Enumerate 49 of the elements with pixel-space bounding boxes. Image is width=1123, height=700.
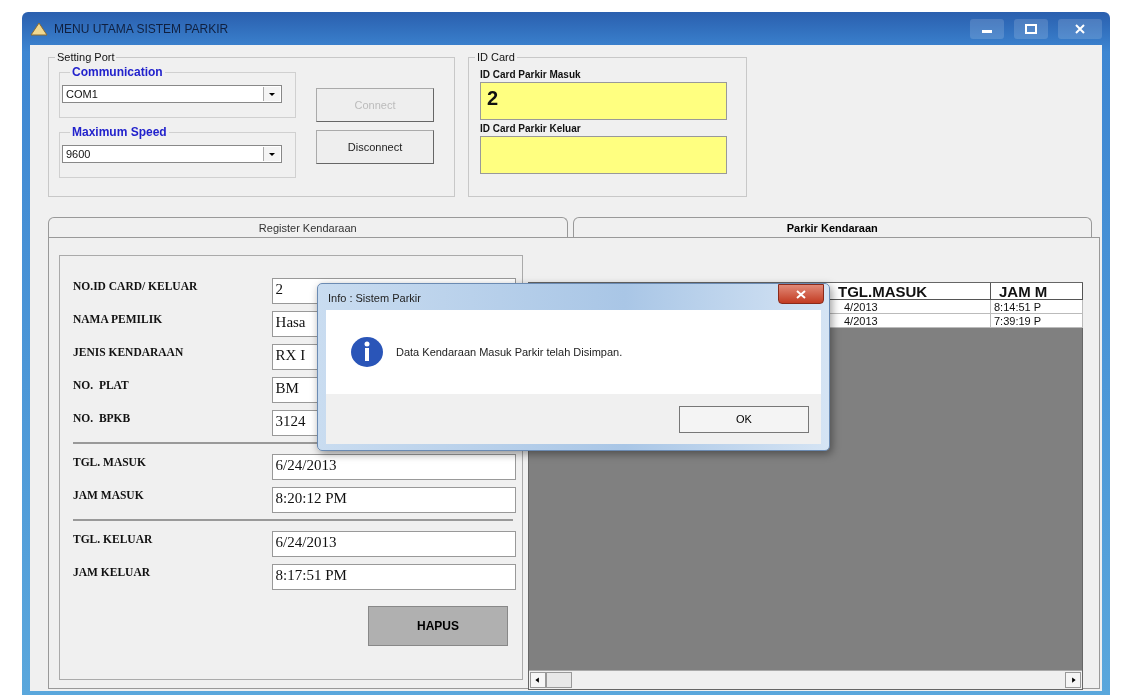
table-cell: 7:39:19 P <box>994 315 1042 327</box>
field-label: NO.ID CARD/ KELUAR <box>73 279 199 292</box>
field-label: TGL. KELUAR <box>73 532 154 545</box>
table-cell: 4/2013 <box>844 315 878 327</box>
scroll-left-icon[interactable] <box>530 672 546 688</box>
field-label: JAM MASUK <box>73 488 145 501</box>
info-icon <box>350 336 384 368</box>
column-header: JAM M <box>991 283 1083 300</box>
field-label: NO. PLAT <box>73 378 130 391</box>
input-field[interactable]: 8:17:51 PM <box>271 564 516 590</box>
close-icon <box>1074 23 1086 34</box>
field-label: ID Card Parkir Masuk <box>480 69 582 80</box>
ok-button[interactable]: OK <box>679 405 809 433</box>
minimize-button[interactable] <box>970 18 1004 39</box>
close-button[interactable] <box>1058 18 1102 39</box>
tab[interactable]: Register Kendaraan <box>48 217 568 237</box>
delete-button[interactable]: HAPUS <box>368 606 508 646</box>
input-field[interactable]: 2 <box>480 82 727 120</box>
close-button[interactable] <box>778 284 824 304</box>
field-label: TGL. MASUK <box>73 455 147 468</box>
scroll-right-icon[interactable] <box>1065 672 1081 688</box>
field-label: NAMA PEMILIK <box>73 312 164 325</box>
field-label: NO. BPKB <box>73 411 132 424</box>
maximize-button[interactable] <box>1014 18 1048 39</box>
dropdown[interactable]: 9600 <box>62 145 282 163</box>
input-field[interactable]: 6/24/2013 <box>271 531 516 557</box>
input-field[interactable]: 8:20:12 PM <box>271 487 516 513</box>
window-title: MENU UTAMA SISTEM PARKIR <box>54 21 230 36</box>
input-field[interactable] <box>480 136 727 174</box>
dropdown[interactable]: COM1 <box>62 85 282 103</box>
group-title: ID Card <box>475 51 517 63</box>
field-label: JENIS KENDARAAN <box>73 345 185 358</box>
dialog-title: Info : Sistem Parkir <box>328 292 422 304</box>
disconnect-button[interactable]: Disconnect <box>316 130 434 164</box>
table-cell: 4/2013 <box>844 301 878 313</box>
dialog-message: Data Kendaraan Masuk Parkir telah Disimpan. <box>396 346 623 358</box>
field-label: JAM KELUAR <box>73 565 151 578</box>
maximize-icon <box>1025 23 1037 34</box>
minimize-icon <box>982 30 992 33</box>
input-field[interactable]: 6/24/2013 <box>271 454 516 480</box>
group-title: Communication <box>70 65 165 79</box>
tab[interactable]: Parkir Kendaraan <box>572 217 1092 237</box>
field-label: ID Card Parkir Keluar <box>480 123 582 134</box>
close-icon <box>796 289 806 299</box>
group-title: Setting Port <box>55 51 117 63</box>
scroll-thumb[interactable] <box>546 672 572 688</box>
table-cell: 8:14:51 P <box>994 301 1042 313</box>
group-title: Maximum Speed <box>70 125 169 139</box>
app-icon <box>30 21 48 36</box>
